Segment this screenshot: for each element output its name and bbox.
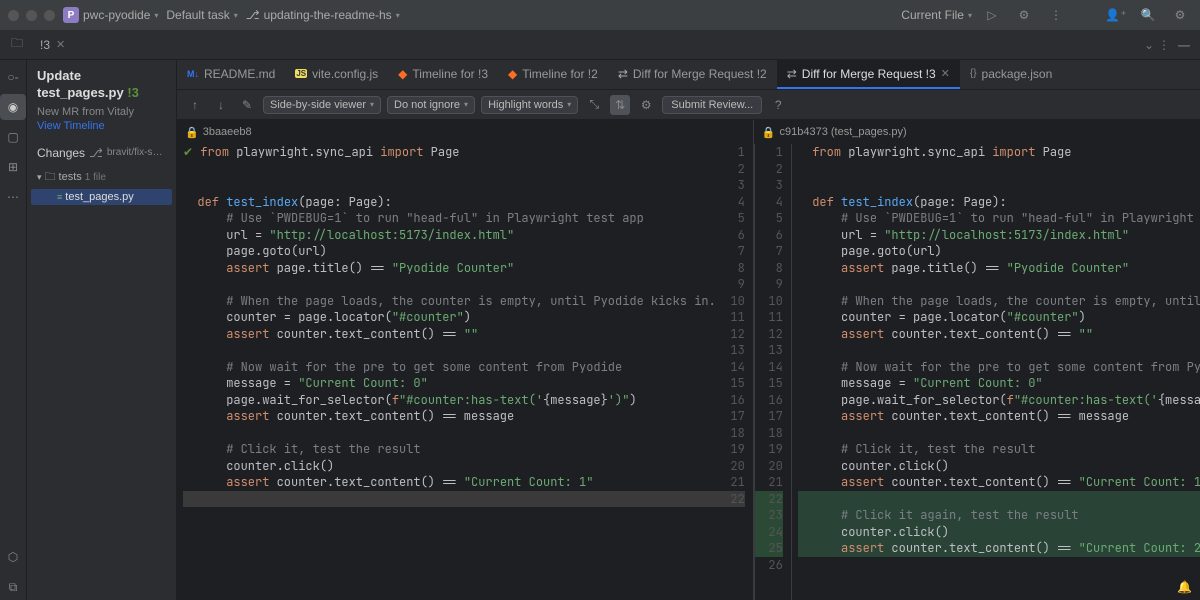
- more-tools-icon[interactable]: ⋯: [0, 184, 26, 210]
- run-config-selector[interactable]: Current File ▾: [901, 8, 972, 22]
- bookmark-icon[interactable]: ▢: [0, 124, 26, 150]
- left-revision: 🔒3baaeeb8: [177, 120, 754, 144]
- right-revision: 🔒c91b4373 (test_pages.py)✔: [754, 120, 1200, 144]
- submit-review-button[interactable]: Submit Review...: [662, 96, 762, 114]
- gitlab-icon: ◆: [398, 67, 407, 81]
- chevron-down-icon: ▾: [968, 11, 972, 20]
- more-icon[interactable]: ⋮: [1154, 38, 1174, 52]
- settings-icon[interactable]: ⚙: [1168, 3, 1192, 27]
- project-icon: P: [63, 7, 79, 23]
- next-diff-icon[interactable]: ↓: [211, 95, 231, 115]
- build-icon[interactable]: ⚙: [1012, 3, 1036, 27]
- services-icon[interactable]: ⬡: [0, 544, 26, 570]
- lock-icon: 🔒: [185, 126, 199, 139]
- json-icon: {}: [970, 68, 977, 79]
- tab-diff2[interactable]: ⇄Diff for Merge Request !2: [608, 60, 777, 89]
- ignore-select[interactable]: Do not ignore▾: [387, 96, 475, 114]
- collapse-icon[interactable]: ⤡: [584, 95, 604, 115]
- diff-icon: ⇄: [618, 67, 628, 81]
- search-icon[interactable]: 🔍: [1136, 3, 1160, 27]
- nav-row: 🗀 !3 ✕ ⌄ ⋮ —: [0, 30, 1200, 60]
- breadcrumb: !3 ✕: [34, 38, 71, 52]
- edit-icon[interactable]: ✎: [237, 95, 257, 115]
- branch-selector[interactable]: ⎇ updating-the-readme-hs ▾: [246, 8, 400, 22]
- tab-readme[interactable]: M↓README.md: [177, 60, 285, 89]
- window-controls[interactable]: [8, 10, 55, 21]
- merge-request-icon[interactable]: ◉: [0, 94, 26, 120]
- right-pane[interactable]: 1234567891011121314151617181920212223242…: [754, 144, 1200, 600]
- diff-view: ✔ from playwright.sync_api import Page d…: [177, 144, 1200, 600]
- tree-file[interactable]: ≡ test_pages.py: [31, 189, 172, 205]
- branch-icon: ⎇: [246, 8, 260, 22]
- tab-package[interactable]: {}package.json: [960, 60, 1062, 89]
- gitlab-icon: ◆: [508, 67, 517, 81]
- viewer-mode-select[interactable]: Side-by-side viewer▾: [263, 96, 381, 114]
- tab-diff3[interactable]: ⇄Diff for Merge Request !3✕: [777, 60, 960, 89]
- more-icon[interactable]: ⋮: [1044, 3, 1068, 27]
- js-icon: JS: [295, 69, 307, 78]
- tab-timeline3[interactable]: ◆Timeline for !3: [388, 60, 498, 89]
- chevron-down-icon: ▾: [396, 11, 400, 20]
- editor-tabs: M↓README.md JSvite.config.js ◆Timeline f…: [177, 60, 1200, 90]
- help-icon[interactable]: ?: [768, 95, 788, 115]
- markdown-icon: M↓: [187, 69, 199, 79]
- prev-diff-icon[interactable]: ↑: [185, 95, 205, 115]
- collab-icon[interactable]: 👤⁺: [1104, 3, 1128, 27]
- tab-timeline2[interactable]: ◆Timeline for !2: [498, 60, 608, 89]
- lock-icon: 🔒: [762, 126, 776, 139]
- revision-bar: 🔒3baaeeb8 🔒c91b4373 (test_pages.py)✔: [177, 120, 1200, 144]
- task-selector[interactable]: Default task ▾: [166, 8, 237, 22]
- project-selector[interactable]: P pwc-pyodide ▾: [63, 7, 158, 23]
- close-icon[interactable]: ✕: [941, 67, 950, 80]
- diff-icon: ⇄: [787, 67, 797, 81]
- mr-sidebar: Update test_pages.py !3 New MR from Vita…: [27, 60, 177, 600]
- tab-vite[interactable]: JSvite.config.js: [285, 60, 388, 89]
- close-icon[interactable]: ✕: [56, 38, 65, 51]
- chevron-down-icon[interactable]: ⌄: [1144, 38, 1154, 52]
- view-timeline-link[interactable]: View Timeline: [37, 120, 166, 132]
- minimize-icon[interactable]: —: [1174, 38, 1194, 52]
- structure-icon[interactable]: ⊞: [0, 154, 26, 180]
- folder-icon: 🗀: [45, 168, 56, 187]
- file-icon: ≡: [57, 192, 62, 202]
- sync-scroll-icon[interactable]: ⇅: [610, 95, 630, 115]
- run-button[interactable]: ▷: [980, 3, 1004, 27]
- mr-title: Update test_pages.py !3: [37, 68, 166, 102]
- terminal-icon[interactable]: ⧉: [0, 574, 26, 600]
- changes-header: Changes ⎇ bravit/fix-so...: [37, 146, 166, 160]
- chevron-down-icon: ▾: [234, 11, 238, 20]
- notifications-icon[interactable]: 🔔: [1177, 580, 1192, 594]
- commit-icon[interactable]: ○-: [0, 64, 26, 90]
- tool-sidebar: ○- ◉ ▢ ⊞ ⋯ ⬡ ⧉: [0, 60, 27, 600]
- tree-folder[interactable]: ▾ 🗀 tests 1 file: [37, 166, 166, 189]
- chevron-down-icon: ▾: [37, 172, 42, 183]
- left-pane[interactable]: ✔ from playwright.sync_api import Page d…: [177, 144, 754, 600]
- chevron-down-icon: ▾: [154, 11, 158, 20]
- gear-icon[interactable]: ⚙: [636, 95, 656, 115]
- diff-toolbar: ↑ ↓ ✎ Side-by-side viewer▾ Do not ignore…: [177, 90, 1200, 120]
- titlebar: P pwc-pyodide ▾ Default task ▾ ⎇ updatin…: [0, 0, 1200, 30]
- highlight-select[interactable]: Highlight words▾: [481, 96, 578, 114]
- branch-icon: ⎇: [89, 146, 103, 160]
- mr-subtitle: New MR from Vitaly: [37, 106, 166, 118]
- project-tree-icon[interactable]: 🗀: [5, 33, 29, 57]
